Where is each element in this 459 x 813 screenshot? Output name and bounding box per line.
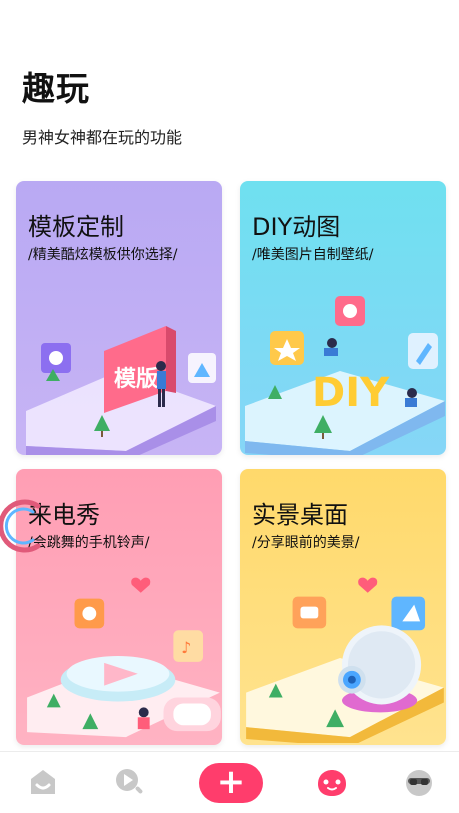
card-diy-animation[interactable]: DIY动图 /唯美图片自制壁纸/ DIY bbox=[240, 181, 446, 455]
loading-spinner-icon bbox=[0, 499, 41, 553]
video-search-icon bbox=[116, 769, 143, 794]
tab-fun[interactable] bbox=[314, 764, 350, 800]
tab-home[interactable] bbox=[25, 764, 61, 800]
add-button[interactable]: + bbox=[199, 763, 263, 803]
profile-glasses-icon bbox=[406, 770, 432, 796]
tab-profile[interactable] bbox=[401, 764, 437, 800]
card-title: DIY动图 bbox=[252, 213, 341, 241]
card-subtitle: /唯美图片自制壁纸/ bbox=[252, 247, 374, 263]
live-wallpaper-illustration bbox=[246, 577, 444, 743]
svg-text:♪: ♪ bbox=[181, 638, 191, 657]
card-template-customize[interactable]: 模板定制 /精美酷炫模板供你选择/ 模版 bbox=[16, 181, 222, 455]
add-icon: + bbox=[216, 761, 246, 802]
diy-badge-text: DIY bbox=[312, 370, 390, 416]
card-subtitle: /精美酷炫模板供你选择/ bbox=[28, 247, 178, 263]
page-subtitle: 男神女神都在玩的功能 bbox=[22, 128, 183, 147]
page-title: 趣玩 bbox=[22, 69, 90, 108]
card-live-wallpaper[interactable]: 实景桌面 /分享眼前的美景/ bbox=[240, 469, 446, 745]
template-illustration: 模版 bbox=[26, 326, 216, 455]
page-header: 趣玩 bbox=[22, 62, 90, 110]
template-badge-text: 模版 bbox=[114, 367, 158, 392]
card-title: 实景桌面 bbox=[252, 501, 348, 529]
diy-illustration: DIY bbox=[245, 296, 445, 455]
home-icon bbox=[31, 770, 55, 794]
tab-video[interactable] bbox=[111, 764, 147, 800]
call-show-illustration: ♪ bbox=[27, 577, 221, 738]
card-subtitle: /分享眼前的美景/ bbox=[252, 535, 360, 551]
card-title: 模板定制 bbox=[28, 213, 124, 241]
fun-face-icon bbox=[318, 770, 346, 796]
bottom-tab-bar: + bbox=[0, 751, 459, 813]
